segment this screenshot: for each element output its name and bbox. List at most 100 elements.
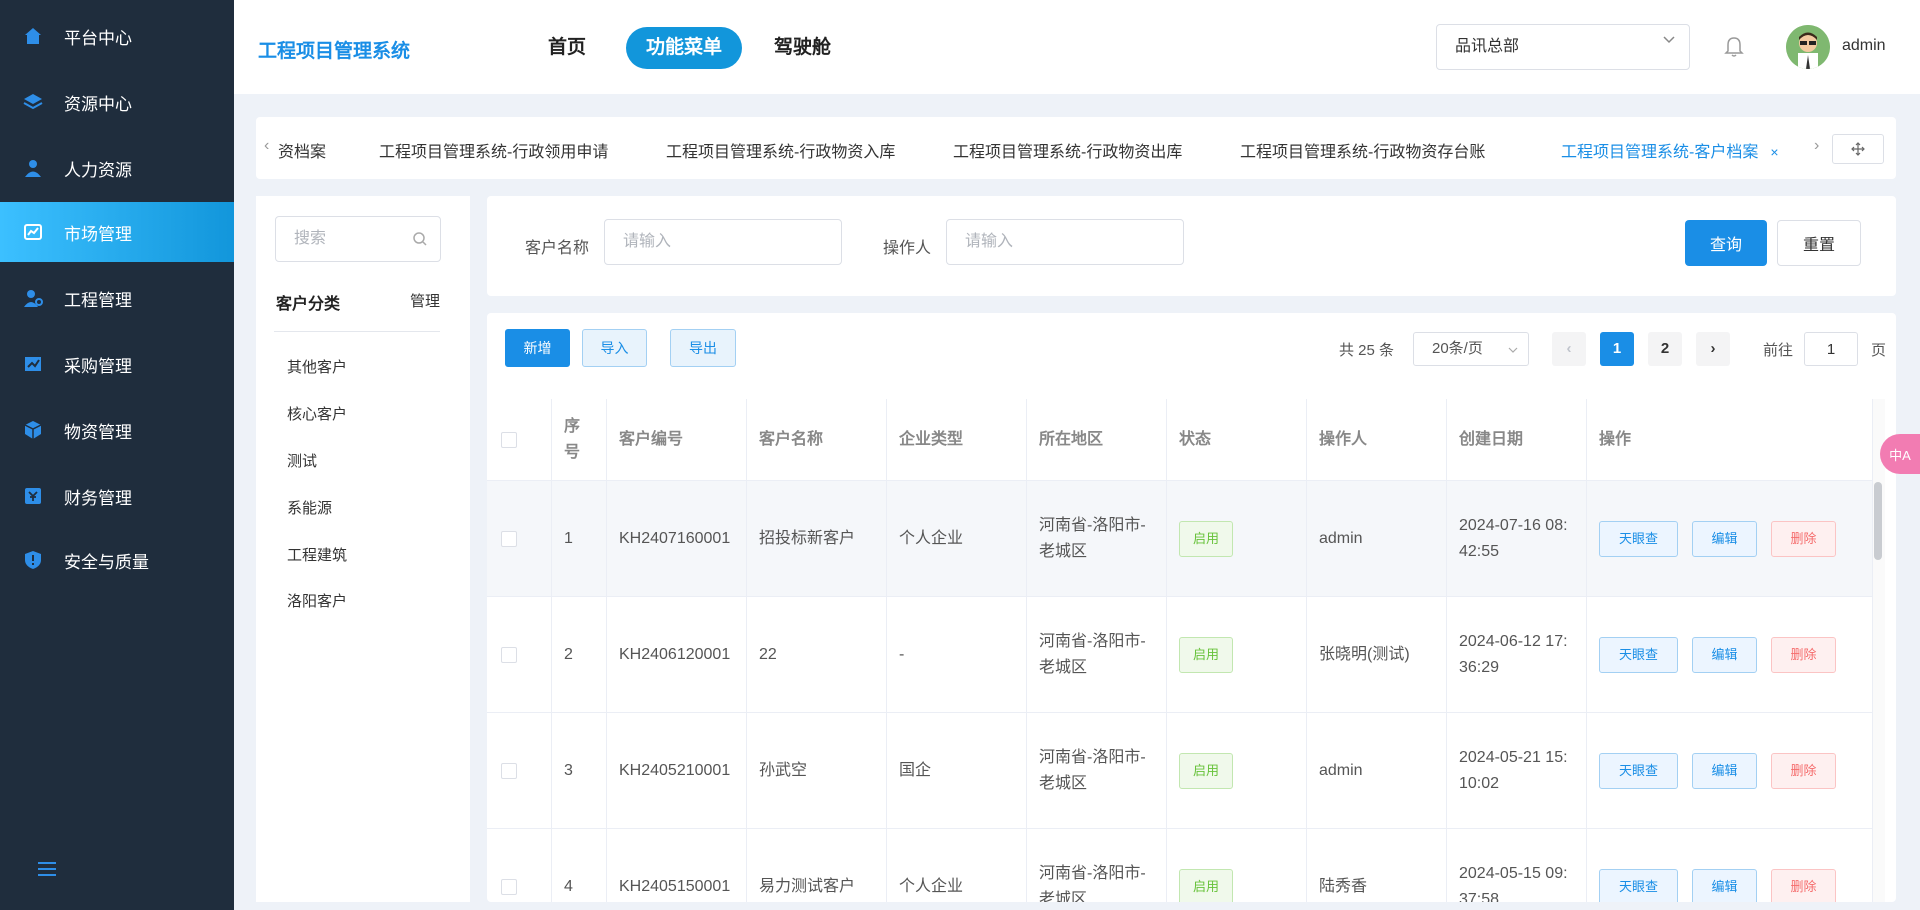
tab-material-outbound[interactable]: 工程项目管理系统-行政物资出库 bbox=[953, 138, 1182, 162]
cell-status: 启用 bbox=[1167, 481, 1307, 596]
cell-no: 4 bbox=[552, 829, 607, 902]
edit-button[interactable]: 编辑 bbox=[1692, 636, 1757, 673]
col-header-region: 所在地区 bbox=[1027, 399, 1167, 480]
page-button[interactable]: 2 bbox=[1648, 332, 1682, 366]
category-item[interactable]: 系能源 bbox=[287, 497, 332, 518]
sidebar-item-hr[interactable]: 人力资源 bbox=[0, 138, 234, 198]
chevron-down-icon bbox=[1508, 347, 1518, 353]
reset-button[interactable]: 重置 bbox=[1777, 220, 1861, 266]
export-button[interactable]: 导出 bbox=[670, 329, 736, 367]
select-all-checkbox[interactable] bbox=[501, 431, 517, 448]
prev-page-button[interactable]: ‹ bbox=[1552, 332, 1586, 366]
top-header: 工程项目管理系统 首页 功能菜单 驾驶舱 品讯总部 admin bbox=[234, 0, 1920, 94]
cell-no: 3 bbox=[552, 713, 607, 828]
import-button[interactable]: 导入 bbox=[582, 329, 647, 367]
sidebar-item-market[interactable]: 市场管理 bbox=[0, 202, 234, 262]
cell-actions: 天眼查 编辑 删除 bbox=[1587, 829, 1873, 902]
cell-no: 1 bbox=[552, 481, 607, 596]
col-header-actions: 操作 bbox=[1587, 399, 1873, 480]
category-item[interactable]: 测试 bbox=[287, 450, 317, 471]
tab-material-inbound[interactable]: 工程项目管理系统-行政物资入库 bbox=[666, 138, 895, 162]
sidebar-item-platform[interactable]: 平台中心 bbox=[0, 6, 234, 66]
nav-home[interactable]: 首页 bbox=[528, 27, 606, 69]
sidebar-item-purchase[interactable]: 采购管理 bbox=[0, 334, 234, 394]
chevron-right-icon[interactable]: › bbox=[1814, 137, 1819, 155]
operator-input[interactable] bbox=[946, 219, 1184, 265]
row-checkbox[interactable] bbox=[501, 646, 517, 663]
row-select-cell bbox=[487, 597, 552, 712]
sidebar-item-safety[interactable]: 安全与质量 bbox=[0, 530, 234, 590]
cell-region: 河南省-洛阳市-老城区 bbox=[1027, 713, 1167, 828]
table-scrollbar-track[interactable] bbox=[1873, 399, 1885, 902]
delete-button[interactable]: 删除 bbox=[1771, 868, 1836, 902]
table-scrollbar-thumb[interactable] bbox=[1874, 482, 1882, 560]
bell-icon[interactable] bbox=[1724, 36, 1744, 58]
sidebar-item-engineering[interactable]: 工程管理 bbox=[0, 268, 234, 328]
sidebar-item-label: 工程管理 bbox=[64, 290, 132, 310]
nav-function-menu[interactable]: 功能菜单 bbox=[626, 27, 743, 69]
cell-status: 启用 bbox=[1167, 713, 1307, 828]
table-row[interactable]: 4 KH2405150001 易力测试客户 个人企业 河南省-洛阳市-老城区 启… bbox=[487, 829, 1873, 902]
category-manage-link[interactable]: 管理 bbox=[410, 290, 440, 311]
next-page-button[interactable]: › bbox=[1696, 332, 1730, 366]
edit-button[interactable]: 编辑 bbox=[1692, 752, 1757, 789]
category-search-input[interactable] bbox=[276, 217, 396, 261]
tianyancha-button[interactable]: 天眼查 bbox=[1599, 636, 1678, 673]
move-icon bbox=[1851, 142, 1865, 156]
add-button[interactable]: 新增 bbox=[505, 329, 570, 367]
org-select[interactable]: 品讯总部 bbox=[1436, 24, 1690, 70]
tianyancha-button[interactable]: 天眼查 bbox=[1599, 752, 1678, 789]
table-row[interactable]: 2 KH2406120001 22 - 河南省-洛阳市-老城区 启用 张晓明(测… bbox=[487, 597, 1873, 713]
sidebar-item-resource[interactable]: 资源中心 bbox=[0, 72, 234, 132]
sidebar-item-label: 安全与质量 bbox=[64, 552, 149, 572]
category-item[interactable]: 核心客户 bbox=[287, 403, 347, 424]
close-icon[interactable]: × bbox=[1770, 144, 1778, 160]
tab-more-button[interactable] bbox=[1832, 134, 1884, 164]
delete-button[interactable]: 删除 bbox=[1771, 752, 1836, 789]
avatar[interactable] bbox=[1786, 25, 1830, 69]
delete-button[interactable]: 删除 bbox=[1771, 636, 1836, 673]
tianyancha-button[interactable]: 天眼查 bbox=[1599, 520, 1678, 557]
status-badge: 启用 bbox=[1179, 752, 1233, 789]
nav-cockpit[interactable]: 驾驶舱 bbox=[754, 27, 851, 69]
tab-customer-archive[interactable]: 工程项目管理系统-客户档案 × bbox=[1561, 138, 1779, 162]
tab-admin-requisition[interactable]: 工程项目管理系统-行政领用申请 bbox=[379, 138, 608, 162]
menu-collapse-icon[interactable] bbox=[38, 862, 56, 878]
category-item[interactable]: 其他客户 bbox=[287, 356, 347, 377]
table-row[interactable]: 1 KH2407160001 招投标新客户 个人企业 河南省-洛阳市-老城区 启… bbox=[487, 481, 1873, 597]
tianyancha-button[interactable]: 天眼查 bbox=[1599, 868, 1678, 902]
tab-archive[interactable]: 资档案 bbox=[278, 138, 326, 162]
row-select-cell bbox=[487, 481, 552, 596]
sidebar-item-material[interactable]: 物资管理 bbox=[0, 400, 234, 460]
category-item[interactable]: 工程建筑 bbox=[287, 544, 347, 565]
customer-name-input[interactable] bbox=[604, 219, 842, 265]
cell-region: 河南省-洛阳市-老城区 bbox=[1027, 597, 1167, 712]
cell-actions: 天眼查 编辑 删除 bbox=[1587, 713, 1873, 828]
query-button[interactable]: 查询 bbox=[1685, 220, 1767, 266]
translate-icon[interactable]: 中A bbox=[1880, 434, 1920, 474]
goto-page-input[interactable] bbox=[1804, 332, 1858, 366]
col-header-operator: 操作人 bbox=[1307, 399, 1447, 480]
user-name[interactable]: admin bbox=[1842, 37, 1886, 55]
cell-region: 河南省-洛阳市-老城区 bbox=[1027, 829, 1167, 902]
edit-button[interactable]: 编辑 bbox=[1692, 868, 1757, 902]
chevron-left-icon[interactable]: ‹ bbox=[264, 137, 269, 155]
search-icon[interactable] bbox=[412, 231, 428, 247]
row-checkbox[interactable] bbox=[501, 530, 517, 547]
total-count: 共 25 条 bbox=[1339, 342, 1395, 359]
edit-button[interactable]: 编辑 bbox=[1692, 520, 1757, 557]
delete-button[interactable]: 删除 bbox=[1771, 520, 1836, 557]
tab-material-ledger[interactable]: 工程项目管理系统-行政物资存台账 bbox=[1240, 138, 1485, 162]
sidebar-item-label: 财务管理 bbox=[64, 488, 132, 508]
category-item[interactable]: 洛阳客户 bbox=[287, 590, 347, 611]
col-header-name: 客户名称 bbox=[747, 399, 887, 480]
layers-icon bbox=[22, 91, 44, 113]
row-checkbox[interactable] bbox=[501, 878, 517, 895]
page-button[interactable]: 1 bbox=[1600, 332, 1634, 366]
page-size-select[interactable]: 20条/页 bbox=[1413, 332, 1529, 366]
cell-code: KH2407160001 bbox=[607, 481, 747, 596]
table-row[interactable]: 3 KH2405210001 孙武空 国企 河南省-洛阳市-老城区 启用 adm… bbox=[487, 713, 1873, 829]
status-badge: 启用 bbox=[1179, 636, 1233, 673]
sidebar-item-finance[interactable]: 财务管理 bbox=[0, 466, 234, 526]
row-checkbox[interactable] bbox=[501, 762, 517, 779]
